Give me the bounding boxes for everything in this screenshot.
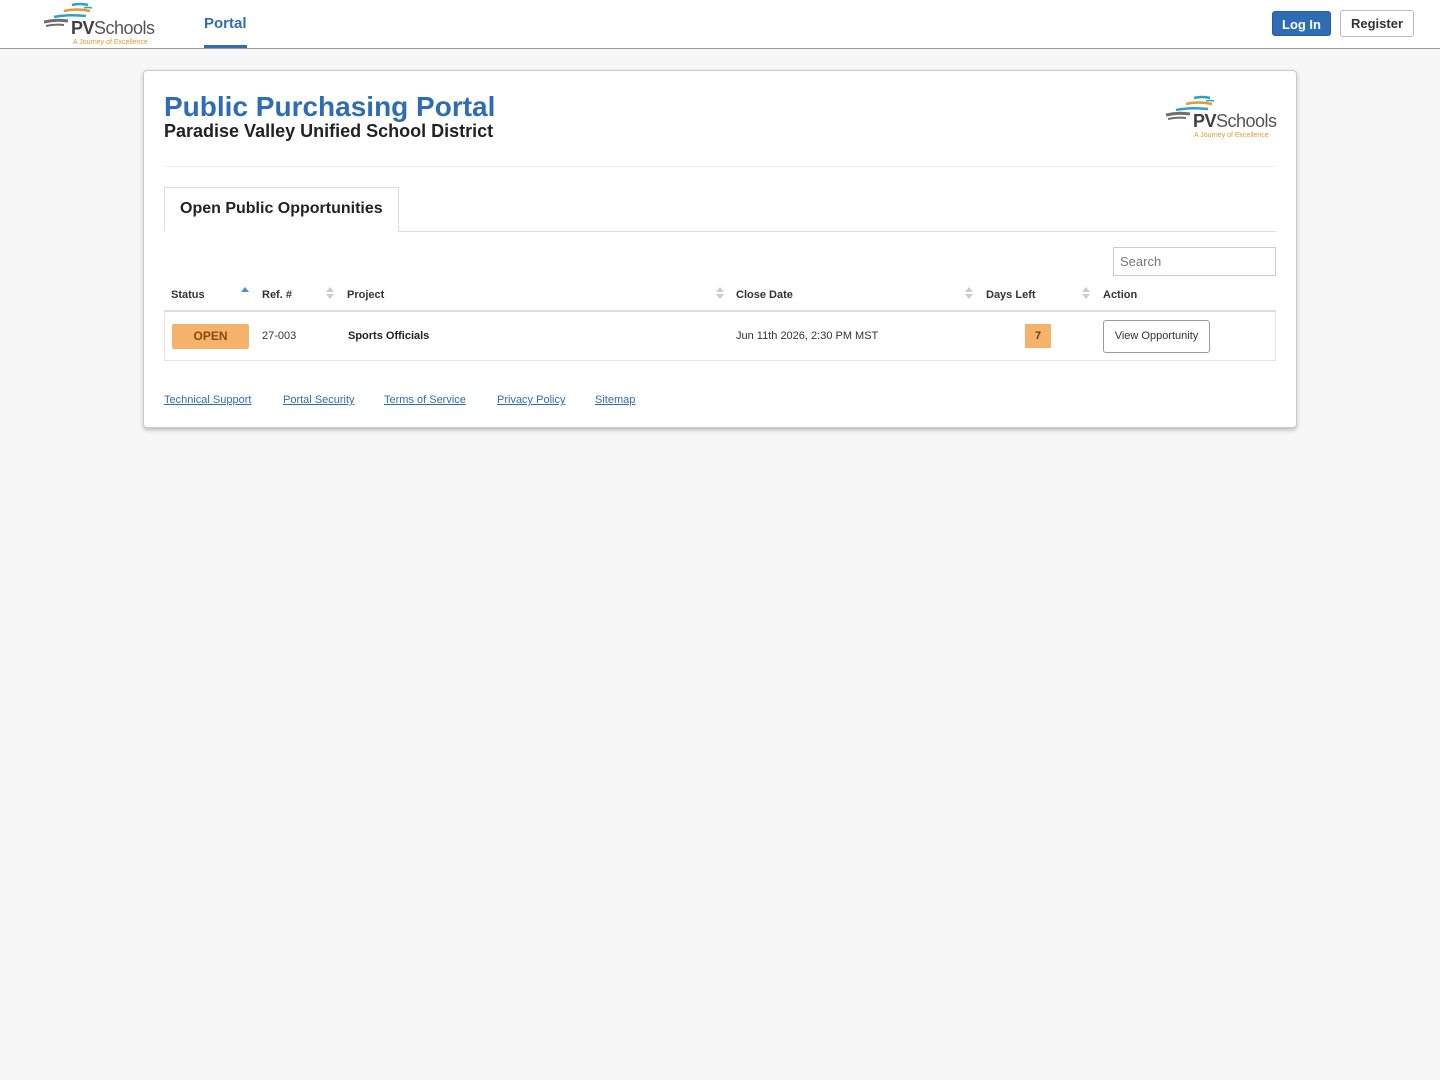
page-subtitle: Paradise Valley Unified School District: [164, 121, 494, 141]
days-left-badge: 7: [1025, 324, 1051, 348]
tab-open-public-opportunities[interactable]: Open Public Opportunities: [164, 187, 399, 232]
header-divider: [164, 166, 1276, 167]
project-name-cell: Sports Officials: [348, 330, 430, 342]
logo-wordmark: PVSchools: [71, 18, 155, 38]
status-badge: OPEN: [172, 324, 249, 349]
column-header-action: Action: [1103, 289, 1138, 301]
footer-link-sitemap[interactable]: Sitemap: [595, 394, 635, 406]
top-nav-bar: PVSchools A Journey of Excellence Portal…: [0, 0, 1440, 49]
nav-tab-portal[interactable]: Portal: [204, 0, 247, 48]
close-date-cell: Jun 11th 2026, 2:30 PM MST: [736, 330, 879, 342]
sort-ascending-icon[interactable]: [241, 287, 249, 301]
portal-card: Public Purchasing Portal Paradise Valley…: [143, 70, 1297, 428]
column-header-close-date[interactable]: Close Date: [736, 285, 793, 305]
register-button[interactable]: Register: [1340, 10, 1414, 37]
column-header-ref[interactable]: Ref. #: [262, 285, 292, 305]
column-header-status[interactable]: Status: [171, 285, 205, 305]
sort-icon[interactable]: [1082, 287, 1090, 301]
sort-icon[interactable]: [965, 287, 973, 301]
logo-tagline: A Journey of Excellence: [73, 39, 148, 46]
login-button[interactable]: Log In: [1272, 11, 1331, 36]
logo-wordmark: PVSchools: [1193, 111, 1277, 131]
footer-link-technical-support[interactable]: Technical Support: [164, 394, 251, 406]
ref-number-cell: 27-003: [262, 330, 297, 342]
footer-link-portal-security[interactable]: Portal Security: [283, 394, 355, 406]
footer-link-privacy-policy[interactable]: Privacy Policy: [497, 394, 565, 406]
sort-icon[interactable]: [716, 287, 724, 301]
pvschools-logo[interactable]: PVSchools A Journey of Excellence: [40, 2, 160, 48]
footer-link-terms-of-service[interactable]: Terms of Service: [384, 394, 466, 406]
district-logo: PVSchools A Journey of Excellence: [1162, 95, 1282, 143]
logo-tagline: A Journey of Excellence: [1194, 132, 1269, 139]
view-opportunity-button[interactable]: View Opportunity: [1103, 320, 1210, 353]
sort-icon[interactable]: [326, 287, 334, 301]
page-title: Public Purchasing Portal: [164, 91, 496, 122]
column-header-project[interactable]: Project: [347, 285, 384, 305]
search-input[interactable]: [1113, 247, 1276, 276]
column-header-days-left[interactable]: Days Left: [986, 285, 1036, 305]
